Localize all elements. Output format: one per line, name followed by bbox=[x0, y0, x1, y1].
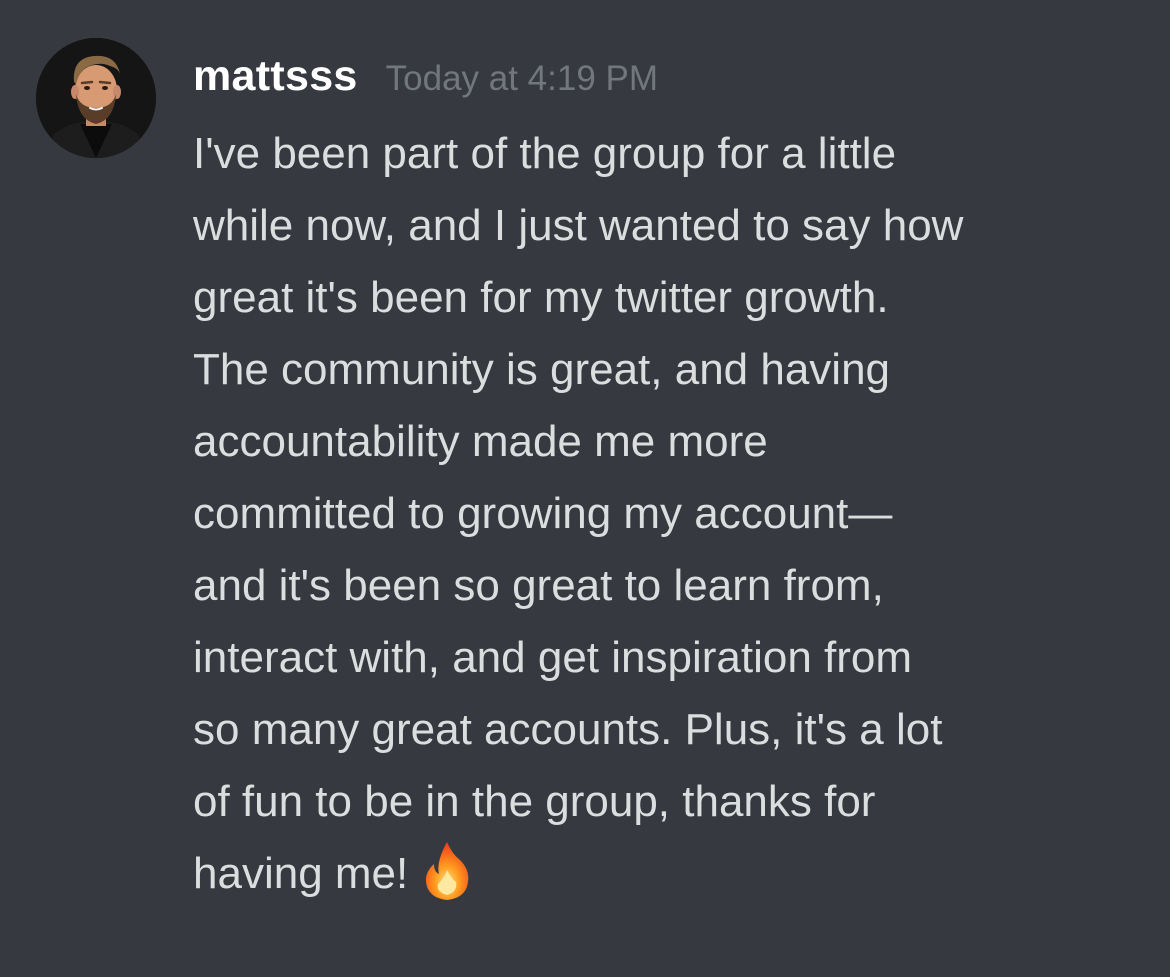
message-line: great it's been for my twitter growth. bbox=[193, 273, 889, 322]
message-line: and it's been so great to learn from, bbox=[193, 561, 884, 610]
message-line-last: having me! bbox=[193, 838, 1153, 910]
fire-emoji-icon[interactable] bbox=[422, 840, 472, 902]
username[interactable]: mattsss bbox=[193, 52, 358, 101]
message-line: The community is great, and having bbox=[193, 345, 891, 394]
timestamp[interactable]: Today at 4:19 PM bbox=[386, 59, 658, 99]
message-header: mattsss Today at 4:19 PM bbox=[193, 52, 658, 112]
user-avatar-icon[interactable] bbox=[36, 38, 156, 158]
message-content: I've been part of the group for a little… bbox=[193, 118, 1153, 910]
message-line-text: having me! bbox=[193, 849, 409, 898]
chat-message: mattsss Today at 4:19 PM I've been part … bbox=[0, 0, 1170, 977]
message-line: committed to growing my account— bbox=[193, 489, 893, 538]
fire-icon bbox=[426, 842, 469, 900]
message-line: accountability made me more bbox=[193, 417, 768, 466]
message-line: interact with, and get inspiration from bbox=[193, 633, 913, 682]
avatar-illustration bbox=[36, 38, 156, 158]
message-line: so many great accounts. Plus, it's a lot bbox=[193, 705, 943, 754]
message-line: I've been part of the group for a little bbox=[193, 129, 897, 178]
message-line: while now, and I just wanted to say how bbox=[193, 201, 964, 250]
message-line: of fun to be in the group, thanks for bbox=[193, 777, 876, 826]
